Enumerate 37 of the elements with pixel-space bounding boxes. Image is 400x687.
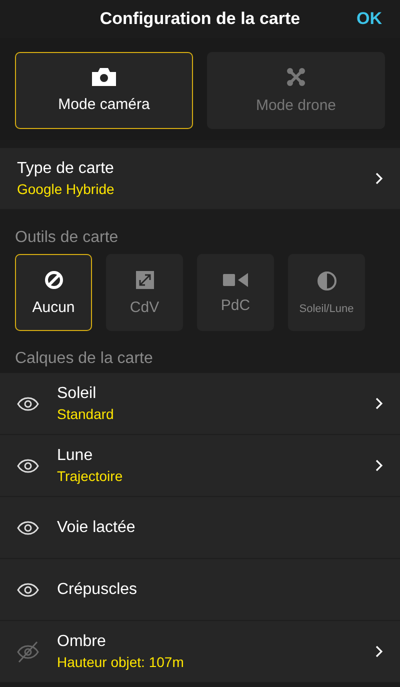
map-type-row[interactable]: Type de carte Google Hybride: [0, 148, 400, 210]
layer-name: Crépuscles: [57, 580, 138, 598]
tool-button[interactable]: CdV: [106, 254, 183, 331]
tool-button[interactable]: Soleil/Lune: [288, 254, 365, 331]
layer-row[interactable]: Crépuscles: [0, 559, 400, 621]
tool-button[interactable]: Aucun: [15, 254, 92, 331]
layer-name: Voie lactée: [57, 518, 136, 536]
layer-detail: Standard: [57, 406, 115, 422]
tool-button[interactable]: PdC: [197, 254, 274, 331]
video-camera-icon: [222, 272, 248, 288]
ok-button[interactable]: OK: [356, 9, 382, 29]
row-label: Type de carte: [17, 160, 115, 178]
layer-detail: Trajectoire: [57, 468, 124, 484]
section-header: Outils de carte: [14, 228, 120, 248]
eye-icon[interactable]: [17, 520, 39, 534]
eye-off-icon[interactable]: [17, 640, 39, 662]
layer-name: Soleil: [57, 385, 98, 403]
camera-icon: [92, 68, 116, 86]
drone-icon: [286, 67, 306, 87]
screen-title: Configuration de la carte: [98, 9, 302, 29]
eye-icon[interactable]: [17, 582, 39, 596]
layer-row[interactable]: Soleil Standard: [0, 373, 400, 435]
row-value: Google Hybride: [17, 181, 116, 197]
layer-name: Ombre: [57, 633, 107, 651]
mode-button[interactable]: Mode caméra: [15, 52, 193, 129]
layer-row[interactable]: Lune Trajectoire: [0, 435, 400, 497]
prohibited-icon: [44, 270, 64, 290]
layer-name: Lune: [57, 447, 94, 465]
layer-row[interactable]: Ombre Hauteur objet: 107m: [0, 621, 400, 683]
diagonal-arrow-square-icon: [134, 270, 154, 290]
eye-icon[interactable]: [17, 458, 39, 472]
layer-row[interactable]: Voie lactée: [0, 497, 400, 559]
layer-detail: Hauteur objet: 107m: [57, 654, 185, 670]
eye-icon[interactable]: [17, 396, 39, 410]
section-header: Calques de la carte: [14, 349, 154, 369]
half-circle-icon: [316, 270, 336, 290]
chevron-right-icon: [375, 172, 383, 185]
